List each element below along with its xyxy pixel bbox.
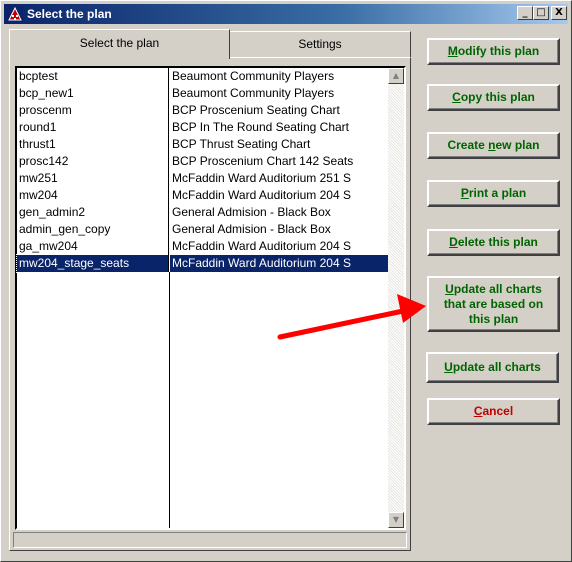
update-all-label-b: pdate all charts xyxy=(452,360,541,374)
plan-name-cell: admin_gen_copy xyxy=(17,221,169,238)
plan-name-cell: gen_admin2 xyxy=(17,204,169,221)
modify-plan-button[interactable]: Modify this plan xyxy=(427,38,560,65)
scroll-down-button[interactable]: ▼ xyxy=(388,512,404,528)
tab-settings[interactable]: Settings xyxy=(229,31,411,57)
close-button[interactable]: X xyxy=(551,6,567,20)
dialog-window: Select the plan _ □ X Select the plan Se… xyxy=(0,0,572,562)
tab-content: bcptest Beaumont Community Players bcp_new… xyxy=(9,57,411,551)
vertical-scrollbar[interactable]: ▲ ▼ xyxy=(388,68,404,528)
update-based-label-b: pdate all charts that are based on this … xyxy=(443,281,544,326)
plan-list[interactable]: bcptest Beaumont Community Players bcp_new… xyxy=(15,66,406,530)
copy-plan-accel: C xyxy=(452,90,461,104)
plan-description-cell: McFaddin Ward Auditorium 204 S xyxy=(172,188,351,202)
delete-plan-accel: D xyxy=(449,235,458,249)
print-plan-label-b: rint a plan xyxy=(468,186,527,200)
plan-row[interactable]: mw251 McFaddin Ward Auditorium 251 S xyxy=(17,170,389,187)
plan-name-cell: bcptest xyxy=(17,68,169,85)
delete-plan-button[interactable]: Delete this plan xyxy=(427,229,560,256)
plan-row[interactable]: round1 BCP In The Round Seating Chart xyxy=(17,119,389,136)
status-bar xyxy=(13,532,407,548)
create-plan-button[interactable]: Create new plan xyxy=(427,132,560,159)
plan-row[interactable]: prosc142 BCP Proscenium Chart 142 Seats xyxy=(17,153,389,170)
plan-description-cell: BCP Thrust Seating Chart xyxy=(172,137,311,151)
plan-row[interactable]: mw204 McFaddin Ward Auditorium 204 S xyxy=(17,187,389,204)
cancel-button[interactable]: Cancel xyxy=(427,398,560,425)
plan-description-cell: McFaddin Ward Auditorium 251 S xyxy=(172,171,351,185)
plan-row[interactable]: mw204_stage_seats McFaddin Ward Auditoriu… xyxy=(16,254,390,273)
plan-row[interactable]: proscenm BCP Proscenium Seating Chart xyxy=(17,102,389,119)
tab-panel: Select the plan Settings bcptest Beaumont… xyxy=(9,29,411,551)
plan-name-cell: proscenm xyxy=(17,102,169,119)
plan-list-rows: bcptest Beaumont Community Players bcp_new… xyxy=(16,68,390,528)
delete-plan-label-b: elete this plan xyxy=(457,235,538,249)
plan-row[interactable]: admin_gen_copy General Admision - Black B… xyxy=(17,221,389,238)
plan-name-cell: thrust1 xyxy=(17,136,169,153)
title-bar[interactable]: Select the plan _ □ X xyxy=(4,4,568,24)
plan-description-cell: McFaddin Ward Auditorium 204 S xyxy=(172,239,351,253)
plan-description-cell: Beaumont Community Players xyxy=(172,69,335,83)
plan-row[interactable]: bcp_new1 Beaumont Community Players xyxy=(17,85,389,102)
update-all-charts-button[interactable]: Update all charts xyxy=(426,352,559,383)
plan-description-cell: BCP In The Round Seating Chart xyxy=(172,120,349,134)
create-plan-label-a: Create xyxy=(447,138,489,152)
plan-name-cell: ga_mw204 xyxy=(17,238,169,255)
plan-name-cell: mw204_stage_seats xyxy=(17,255,169,272)
update-based-charts-button[interactable]: Update all charts that are based on this… xyxy=(427,276,560,332)
plan-description-cell: General Admision - Black Box xyxy=(172,222,331,236)
copy-plan-label-b: opy this plan xyxy=(460,90,535,104)
update-based-accel: U xyxy=(445,281,454,296)
print-plan-accel: P xyxy=(460,186,469,200)
create-plan-accel: n xyxy=(488,138,496,152)
update-all-accel: U xyxy=(444,360,453,374)
scroll-up-button[interactable]: ▲ xyxy=(388,68,404,84)
cancel-label-b: ancel xyxy=(482,404,514,418)
plan-row[interactable]: gen_admin2 General Admision - Black Box xyxy=(17,204,389,221)
plan-name-cell: bcp_new1 xyxy=(17,85,169,102)
plan-name-cell: mw251 xyxy=(17,170,169,187)
plan-description-cell: McFaddin Ward Auditorium 204 S xyxy=(170,255,389,272)
modify-plan-label-b: odify this plan xyxy=(457,44,540,58)
modify-plan-accel: M xyxy=(447,44,458,58)
plan-row[interactable]: ga_mw204 McFaddin Ward Auditorium 204 S xyxy=(17,238,389,255)
minimize-button[interactable]: _ xyxy=(517,6,533,20)
plan-name-cell: prosc142 xyxy=(17,153,169,170)
plan-row[interactable]: bcptest Beaumont Community Players xyxy=(17,68,389,85)
column-divider xyxy=(169,272,170,528)
plan-description-cell: Beaumont Community Players xyxy=(172,86,335,100)
copy-plan-button[interactable]: Copy this plan xyxy=(427,84,560,111)
window-title: Select the plan xyxy=(27,7,112,21)
plan-row[interactable]: thrust1 BCP Thrust Seating Chart xyxy=(17,136,389,153)
plan-description-cell: BCP Proscenium Chart 142 Seats xyxy=(172,154,354,168)
plan-description-cell: General Admision - Black Box xyxy=(172,205,331,219)
maximize-button[interactable]: □ xyxy=(533,6,549,20)
tab-select-plan[interactable]: Select the plan xyxy=(9,29,230,59)
plan-name-cell: round1 xyxy=(17,119,169,136)
app-icon xyxy=(7,6,23,22)
plan-name-cell: mw204 xyxy=(17,187,169,204)
plan-description-cell: BCP Proscenium Seating Chart xyxy=(172,103,340,117)
create-plan-label-b: ew plan xyxy=(495,138,540,152)
print-plan-button[interactable]: Print a plan xyxy=(427,180,560,207)
